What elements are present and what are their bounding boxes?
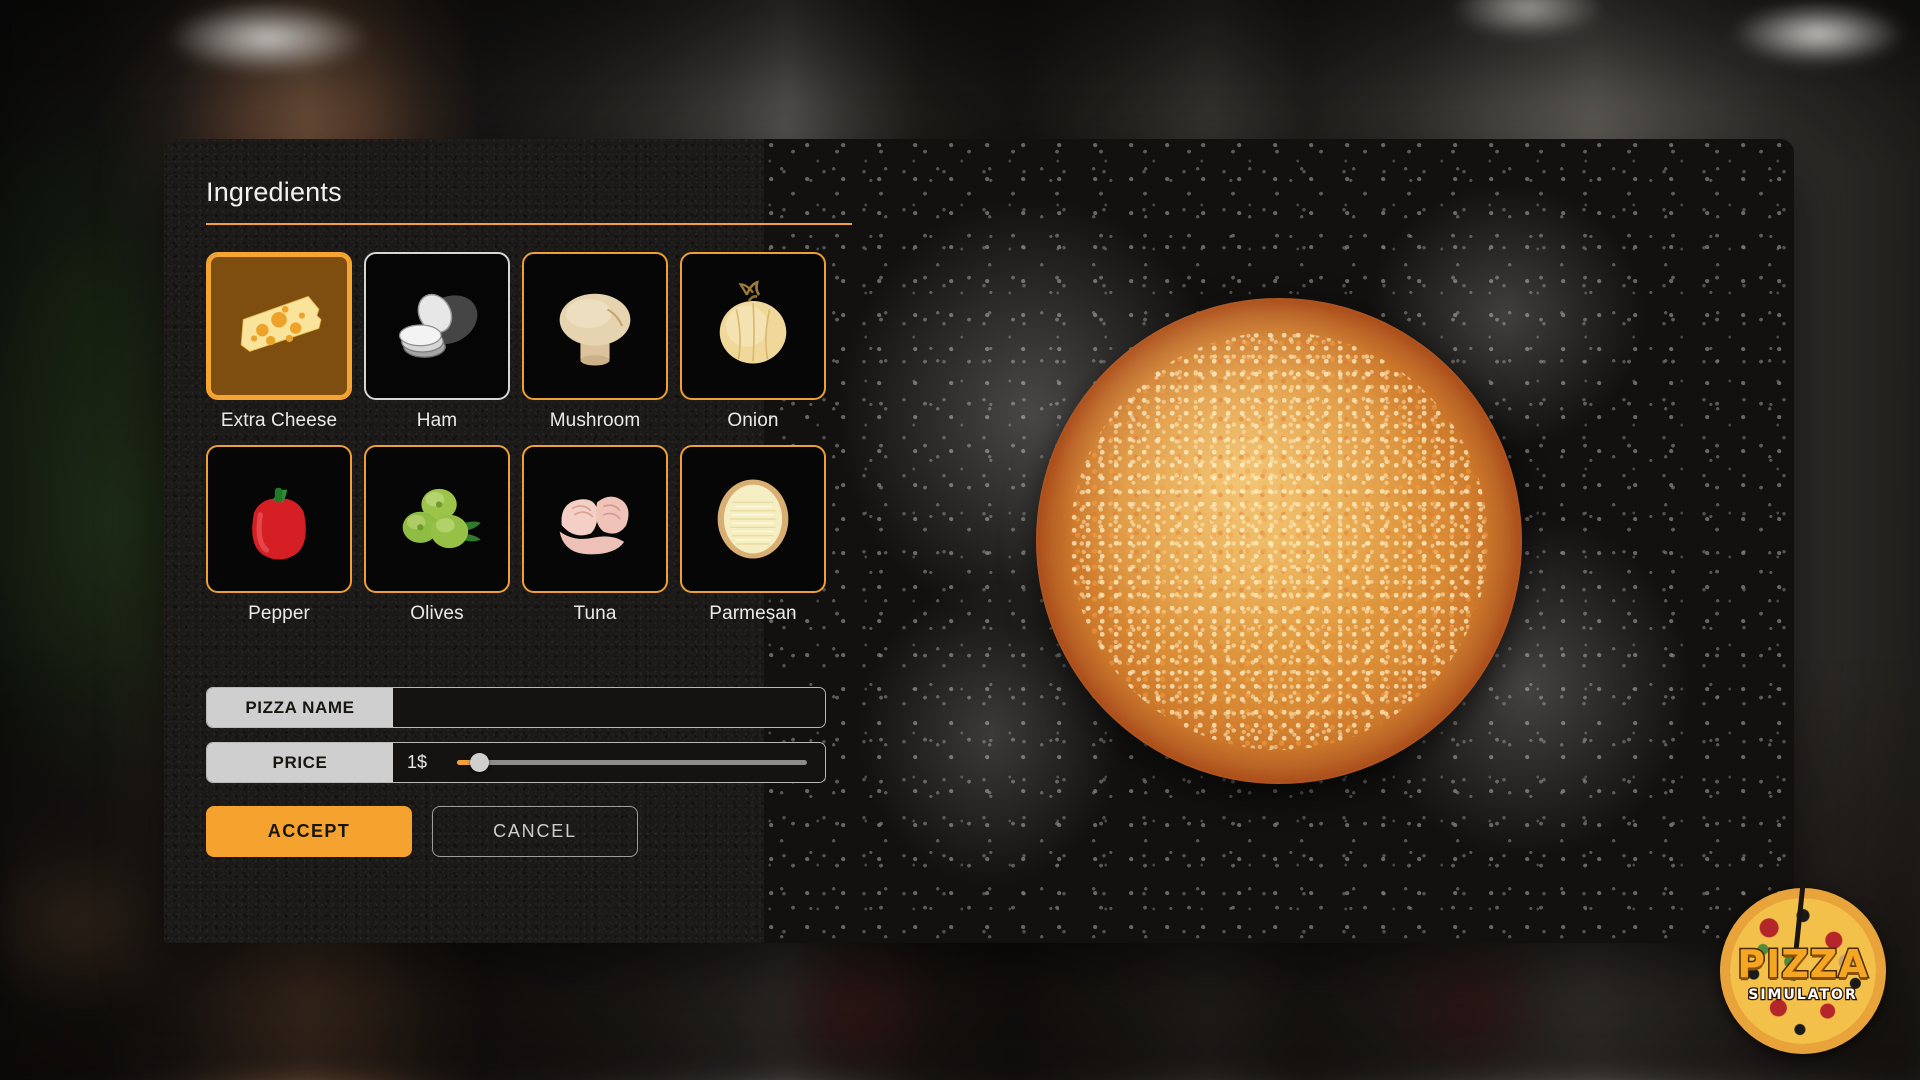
ingredient-grid: Extra Cheese Ham Mushroom Onion Pepper O… [206, 252, 856, 625]
price-label: PRICE [207, 743, 393, 782]
game-logo: PIZZA SIMULATOR [1710, 878, 1896, 1064]
ingredient-item-mushroom: Mushroom [522, 252, 668, 432]
bell-pepper-icon [252, 487, 306, 560]
ingredient-card-ham[interactable] [364, 252, 510, 400]
ingredient-item-tuna: Tuna [522, 445, 668, 625]
ingredient-label: Ham [416, 410, 458, 431]
ingredient-label: Olives [410, 603, 464, 624]
pizza-preview-image [1036, 298, 1522, 784]
mushroom-icon [559, 293, 631, 366]
logo-title: PIZZA [1736, 940, 1870, 987]
ingredient-card-parmesan[interactable] [680, 445, 826, 593]
green-olives-icon [402, 488, 481, 549]
price-body: 1$ [393, 743, 825, 782]
accept-button[interactable]: ACCEPT [206, 806, 412, 857]
ingredient-label: Parmesan [709, 603, 797, 624]
ingredient-card-tuna[interactable] [522, 445, 668, 593]
title-divider [206, 223, 852, 225]
price-row: PRICE 1$ [206, 742, 826, 783]
ingredient-label: Mushroom [549, 410, 641, 431]
onion-icon [719, 280, 787, 364]
page-title: Ingredients [206, 177, 342, 207]
ingredient-card-extra-cheese[interactable] [206, 252, 352, 400]
cancel-button[interactable]: CANCEL [432, 806, 638, 857]
ingredient-item-parmesan: Parmesan [680, 445, 826, 625]
ingredient-item-olives: Olives [364, 445, 510, 625]
price-slider-handle[interactable] [470, 753, 490, 772]
price-slider[interactable] [457, 743, 811, 782]
ingredient-card-olives[interactable] [364, 445, 510, 593]
ingredient-card-mushroom[interactable] [522, 252, 668, 400]
editor-column: Ingredients Extra Cheese Ham Mushroom On… [206, 139, 852, 943]
ingredient-item-pepper: Pepper [206, 445, 352, 625]
pizza-name-label: PIZZA NAME [207, 688, 393, 727]
ingredient-card-pepper[interactable] [206, 445, 352, 593]
ingredient-label: Pepper [248, 603, 310, 624]
pizza-name-input[interactable] [407, 688, 811, 727]
price-value: 1$ [407, 752, 428, 772]
ingredient-label: Onion [727, 410, 779, 431]
tuna-chunks-icon [559, 496, 629, 555]
ingredient-item-onion: Onion [680, 252, 826, 432]
pizza-editor-dialog: Ingredients Extra Cheese Ham Mushroom On… [164, 139, 1794, 943]
ingredient-label: Tuna [573, 603, 617, 624]
ingredient-item-ham: Ham [364, 252, 510, 432]
price-slider-track [457, 760, 807, 765]
cheese-wedge-icon [240, 295, 322, 352]
ingredient-label: Extra Cheese [220, 410, 338, 431]
ingredient-card-onion[interactable] [680, 252, 826, 400]
logo-subtitle: SIMULATOR [1747, 986, 1858, 1005]
ham-slices-icon [398, 293, 478, 358]
ingredient-item-extra-cheese: Extra Cheese [206, 252, 352, 432]
pizza-name-row: PIZZA NAME [206, 687, 826, 728]
action-row: ACCEPT CANCEL [206, 806, 638, 857]
grated-parmesan-icon [717, 479, 789, 559]
pizza-preview-stage [764, 139, 1794, 943]
form-rows: PIZZA NAME PRICE 1$ [206, 687, 826, 797]
pizza-name-input-wrap [393, 688, 825, 727]
pizza-cheese-texture [1070, 332, 1488, 750]
